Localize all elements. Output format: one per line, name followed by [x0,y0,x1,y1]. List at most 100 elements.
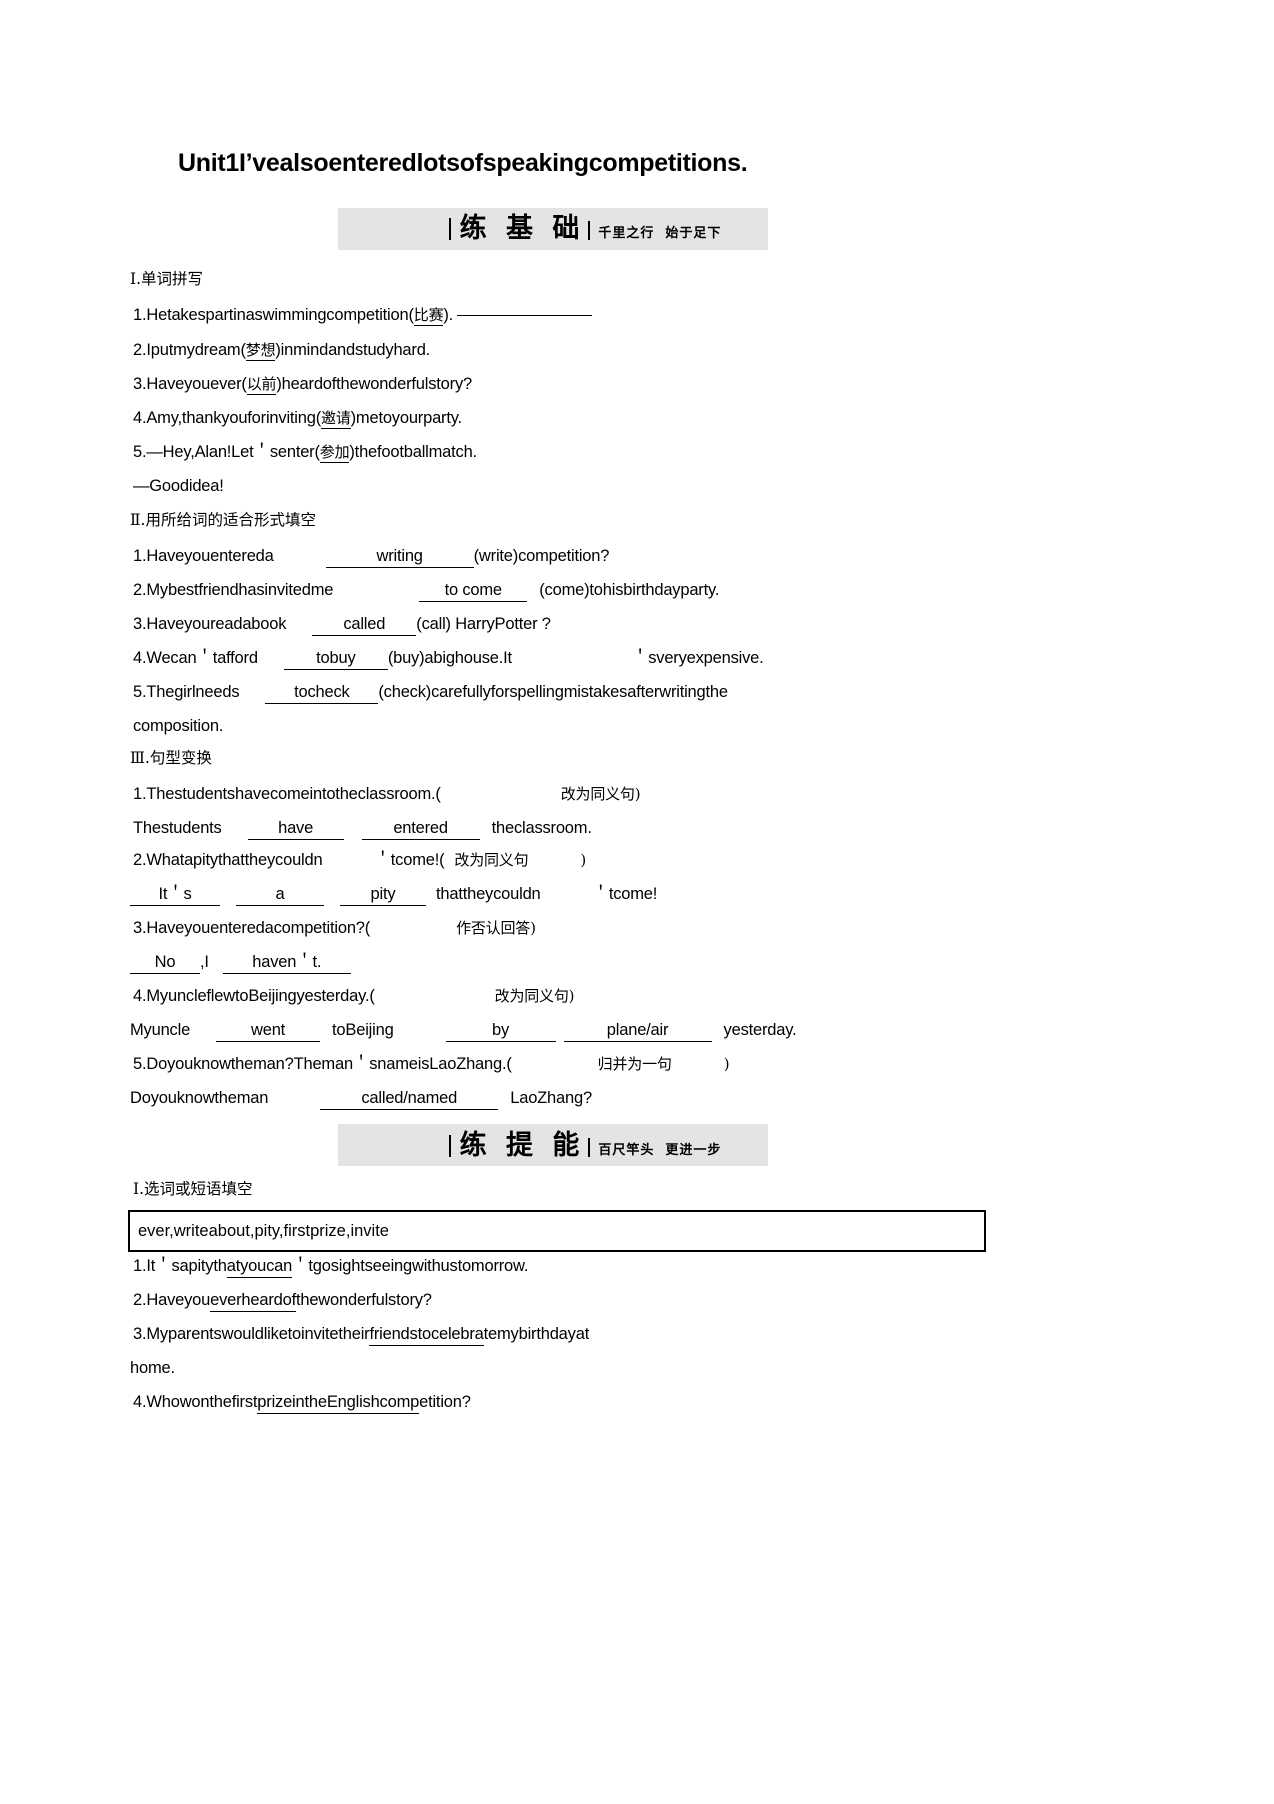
item-text-post: (come)tohisbirthdayparty. [539,581,720,599]
answer-blank[interactable]: It＇s [130,886,220,906]
item-text: Myparentswouldliketoinvitetheir [146,1325,370,1343]
item-number: 1. [133,547,147,565]
answer-blank[interactable]: a [236,886,324,906]
answer-mid: toBeijing [332,1021,394,1039]
item-text-post: )inmindandstudyhard. [275,341,431,359]
answer-blank[interactable]: tobuy [283,650,388,670]
list-item: 1.Thestudentshavecomeintotheclassroom.(改… [133,785,641,803]
answer-blank[interactable]: entered [361,820,480,840]
answer-blank[interactable]: haven＇t. [222,954,351,974]
item-text: Whowonthefirst [146,1393,258,1411]
item-number: 1. [133,1257,147,1275]
answer-blank[interactable]: to come [419,582,528,602]
answer-blank[interactable]: called [312,616,417,636]
answer-blank[interactable]: tocheck [265,684,379,704]
answer-blank[interactable]: plane/air [563,1022,712,1042]
item-text-post: (call) HarryPotter ? [416,615,551,633]
item-number: 2. [133,1291,147,1309]
item-number: 4. [133,649,147,667]
answer-line: No ,I haven＇t. [130,954,351,974]
item-number: 5. [133,683,147,701]
item-number: 3. [133,615,147,633]
answer-rule[interactable] [457,314,593,316]
answer-suffix: LaoZhang? [510,1089,592,1107]
item-prompt: Whatapitythattheycouldn [146,851,323,869]
item-number: 5. [133,443,147,461]
answer-underline[interactable]: everheardof [210,1292,296,1312]
answer-underline[interactable]: prizeintheEnglishcomp [257,1394,419,1414]
list-item: 4.WhowonthefirstprizeintheEnglishcompeti… [133,1394,471,1414]
banner-divider2-icon [588,1137,591,1157]
list-item: 4.MyuncleflewtoBeijingyesterday.(改为同义句) [133,988,574,1005]
item-number: 1. [133,785,147,803]
item-number: 4. [133,987,147,1005]
hint-gloss: 邀请 [321,409,351,429]
item-number: 1. [133,306,147,324]
answer-underline[interactable]: friendstocelebra [369,1326,484,1346]
item-continuation: composition. [133,717,224,735]
list-item: 3.Haveyouever(以前)heardofthewonderfulstor… [133,376,472,395]
banner-divider2-icon [588,221,591,240]
item-number: 3. [133,375,147,393]
banner-title: 练 提 能 [459,1129,585,1161]
hint-gloss: 比赛 [413,306,444,326]
answer-underline[interactable]: atyoucan [226,1258,292,1278]
answer-blank[interactable]: have [247,820,344,840]
item-text: Hetakespartinaswimmingcompetition( [146,306,414,324]
item-number: 2. [133,581,147,599]
item-number: 2. [133,341,147,359]
item-number: 2. [133,851,147,869]
dialogue-reply: —Goodidea! [133,477,224,495]
word-bank-text: ever,writeabout,pity,firstprize,invite [138,1221,389,1240]
answer-suffix: yesterday. [723,1021,797,1039]
word-bank-box: ever,writeabout,pity,firstprize,invite [128,1210,986,1252]
answer-blank[interactable]: called/named [320,1090,499,1110]
answer-line: Thestudents have entered theclassroom. [133,820,592,840]
item-text-post: (write)competition? [473,547,610,565]
item-text: Iputmydream( [146,341,246,359]
item-text-post: )metoyourparty. [350,409,463,427]
section-banner-practice-basics: 练 基 础 千里之行 始于足下 [338,207,768,250]
answer-mid: thattheycouldn [436,885,541,903]
answer-prefix: Thestudents [133,819,222,837]
answer-prefix: Myuncle [130,1021,191,1039]
item-text-post: (check)carefullyforspellingmistakesafter… [378,683,728,701]
list-item: 3.Haveyoureadabook called (call) HarryPott… [133,616,551,636]
answer-blank[interactable]: went [216,1022,321,1042]
item-prompt: Haveyouenteredacompetition?( [146,919,371,937]
answer-blank[interactable]: No [130,954,200,974]
item-number: 3. [133,1325,147,1343]
answer-line: Doyouknowtheman called/named LaoZhang? [130,1090,592,1110]
banner-title: 练 基 础 [459,213,585,244]
banner-subtitle: 千里之行 始于足下 [598,226,722,241]
hint-gloss: 梦想 [245,341,276,361]
answer-line: Myuncle went toBeijing by plane/air yesterday… [130,1021,797,1042]
item-note: 改为同义句 [454,851,529,869]
list-item: 3.Myparentswouldliketoinvitetheirfriends… [133,1326,589,1346]
list-item: 5.Thegirlneeds tocheck (check)carefullyfor… [133,684,728,704]
answer-blank[interactable]: writing [325,548,474,568]
item-number: 3. [133,919,147,937]
list-item: 3.Haveyouenteredacompetition?( 作否认回答) [133,920,536,937]
banner-divider-icon [448,1134,451,1157]
item-prompt: MyuncleflewtoBeijingyesterday.( [146,987,375,1005]
item-note: 作否认回答) [456,919,536,937]
item-text-post: (buy)abighouse.It [387,649,512,667]
item-text: Mybestfriendhasinvitedme [146,581,334,599]
answer-prefix: Doyouknowtheman [130,1089,269,1107]
page-title: Unit1I’vealsoenteredlotsofspeakingcompet… [178,149,748,177]
hint-gloss: 参加 [319,443,350,463]
list-item: 4.Wecan＇tafford tobuy (buy)abighouse.It ＇sv… [133,650,764,670]
answer-blank[interactable]: pity [340,886,426,906]
item-text-post: )thefootballmatch. [349,443,477,461]
item-text: Haveyou [146,1291,211,1309]
section-banner-practice-skills: 练 提 能 百尺竿头 更进一步 [338,1124,768,1166]
answer-line: It＇s a pity thattheycouldn ＇tcome! [130,886,657,906]
list-item: 1.Hetakespartinaswimmingcompetition(比赛). [133,306,593,326]
item-number: 4. [133,1393,147,1411]
answer-blank[interactable]: by [445,1022,556,1042]
item-prompt: Doyouknowtheman?Theman＇snameisLaoZhang.( [146,1055,512,1073]
answer-suffix: theclassroom. [491,819,592,837]
item-text: Haveyouever( [146,375,247,393]
answer-mid: ,I [200,953,209,971]
